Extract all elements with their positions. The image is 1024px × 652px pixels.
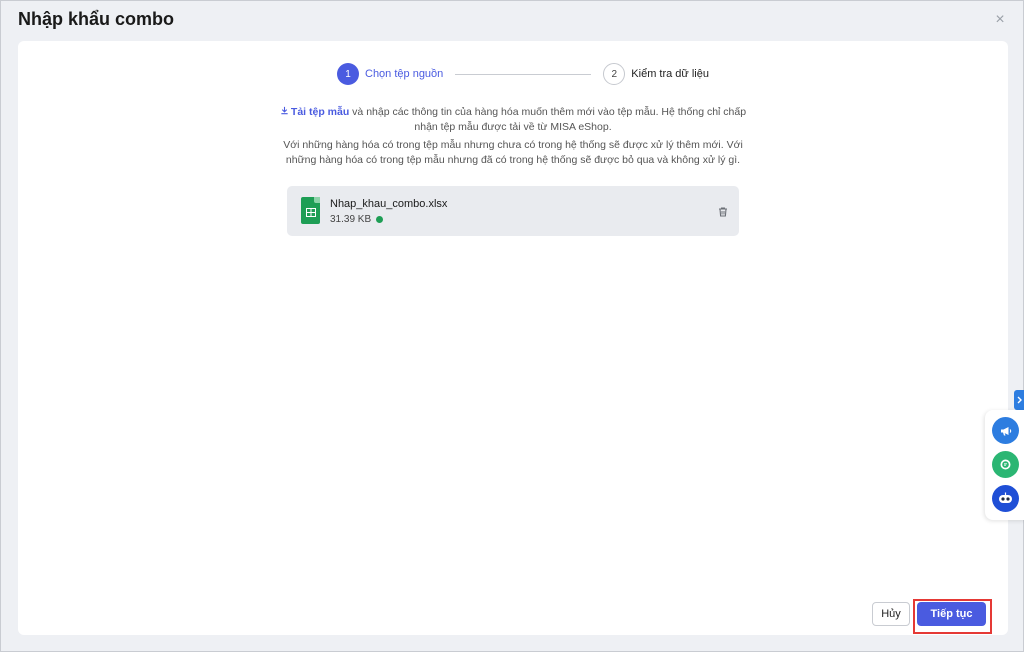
step-label: Chọn tệp nguồn — [365, 68, 444, 80]
instructions-line-2: Với những hàng hóa có trong tệp mẫu nhưn… — [283, 139, 743, 166]
step-connector — [455, 73, 592, 75]
step-check-data: 2 Kiểm tra dữ liệu — [603, 63, 709, 85]
step-label: Kiểm tra dữ liệu — [631, 68, 709, 80]
upload-success-icon — [376, 216, 384, 223]
delete-file-button[interactable] — [717, 205, 729, 217]
spreadsheet-icon — [301, 197, 320, 224]
assistant-bot-icon — [999, 492, 1012, 503]
instructions-text-1: và nhập các thông tin của hàng hóa muốn … — [349, 106, 747, 133]
announcement-button[interactable] — [992, 417, 1019, 444]
stepper: 1 Chọn tệp nguồn 2 Kiểm tra dữ liệu — [337, 62, 727, 86]
chevron-right-icon — [1017, 396, 1022, 404]
side-panel-toggle[interactable] — [1014, 390, 1024, 410]
dialog-title: Nhập khẩu combo — [18, 9, 175, 29]
floating-support-widget — [985, 410, 1024, 520]
cancel-button[interactable]: Hủy — [872, 602, 910, 626]
instructions-line-1: Tải tệp mẫu và nhập các thông tin của hà… — [268, 105, 758, 135]
continue-button[interactable]: Tiếp tục — [917, 602, 986, 626]
close-button[interactable]: × — [991, 11, 1009, 29]
file-size-row: 31.39 KB — [330, 214, 384, 225]
close-icon: × — [995, 11, 1005, 28]
instructions: Tải tệp mẫu và nhập các thông tin của hà… — [268, 105, 758, 171]
trash-icon — [719, 207, 727, 217]
assistant-button[interactable] — [992, 485, 1019, 512]
step-number: 1 — [337, 63, 359, 85]
step-choose-source: 1 Chọn tệp nguồn — [337, 63, 443, 85]
download-template-link[interactable]: Tải tệp mẫu — [280, 106, 349, 118]
file-size: 31.39 KB — [330, 214, 372, 225]
chat-icon — [1000, 459, 1011, 470]
dialog-window: Nhập khẩu combo × 1 Chọn tệp nguồn 2 Kiể… — [0, 0, 1024, 652]
megaphone-icon — [1000, 426, 1011, 435]
file-name: Nhap_khau_combo.xlsx — [330, 198, 448, 210]
step-number: 2 — [603, 63, 626, 85]
chat-button[interactable] — [992, 451, 1019, 478]
download-template-label: Tải tệp mẫu — [290, 106, 350, 118]
download-icon — [280, 105, 289, 120]
uploaded-file-card: Nhap_khau_combo.xlsx 31.39 KB — [287, 186, 739, 236]
dialog-body: 1 Chọn tệp nguồn 2 Kiểm tra dữ liệu Tải … — [18, 41, 1008, 635]
